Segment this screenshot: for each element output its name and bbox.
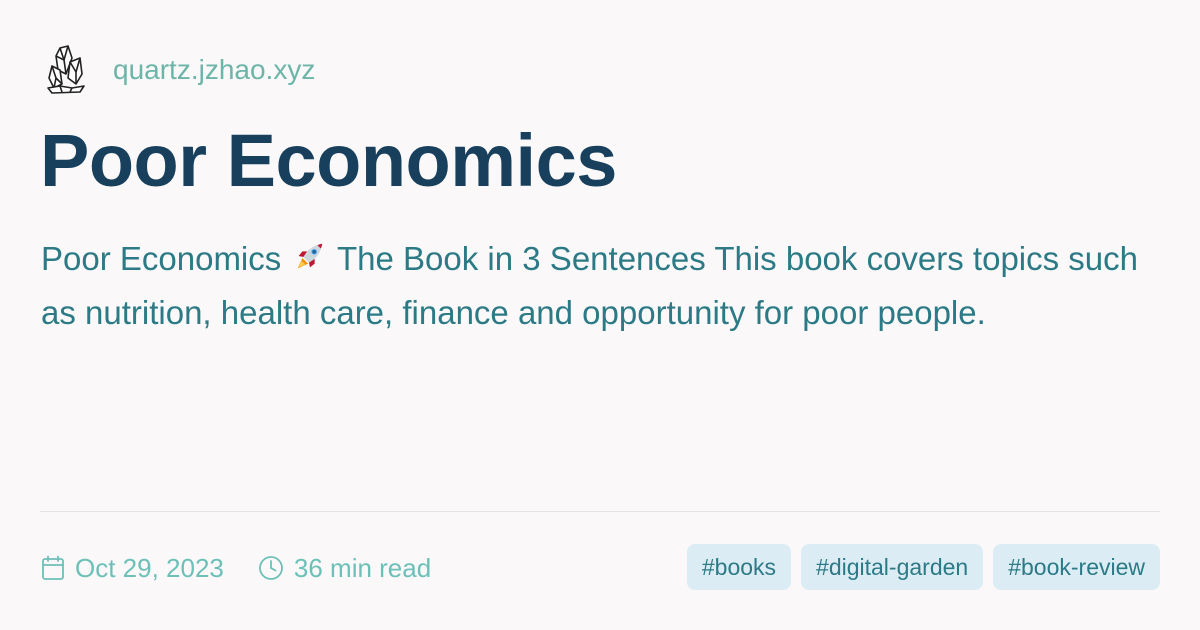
read-time: 36 min read bbox=[258, 553, 431, 584]
date-text: Oct 29, 2023 bbox=[75, 552, 224, 583]
site-header: quartz.jzhao.xyz bbox=[44, 40, 315, 100]
rocket-icon bbox=[292, 238, 326, 288]
crystal-cluster-icon[interactable] bbox=[44, 42, 88, 98]
divider bbox=[40, 511, 1160, 512]
tag-books[interactable]: #books bbox=[686, 544, 792, 590]
description-lead: Poor Economics bbox=[41, 240, 282, 277]
site-url[interactable]: quartz.jzhao.xyz bbox=[113, 54, 315, 86]
article-description: Poor Economics The Book in 3 Sentences T… bbox=[41, 234, 1161, 338]
page-title: Poor Economics bbox=[40, 119, 617, 202]
clock-icon bbox=[258, 555, 294, 581]
publish-date: Oct 29, 2023 bbox=[41, 553, 224, 584]
article-meta: Oct 29, 2023 36 min read bbox=[41, 548, 431, 588]
calendar-icon bbox=[41, 555, 75, 581]
tag-list: #books #digital-garden #book-review bbox=[686, 544, 1160, 590]
read-time-text: 36 min read bbox=[293, 552, 432, 583]
tag-digital-garden[interactable]: #digital-garden bbox=[801, 544, 984, 590]
tag-book-review[interactable]: #book-review bbox=[993, 544, 1160, 590]
